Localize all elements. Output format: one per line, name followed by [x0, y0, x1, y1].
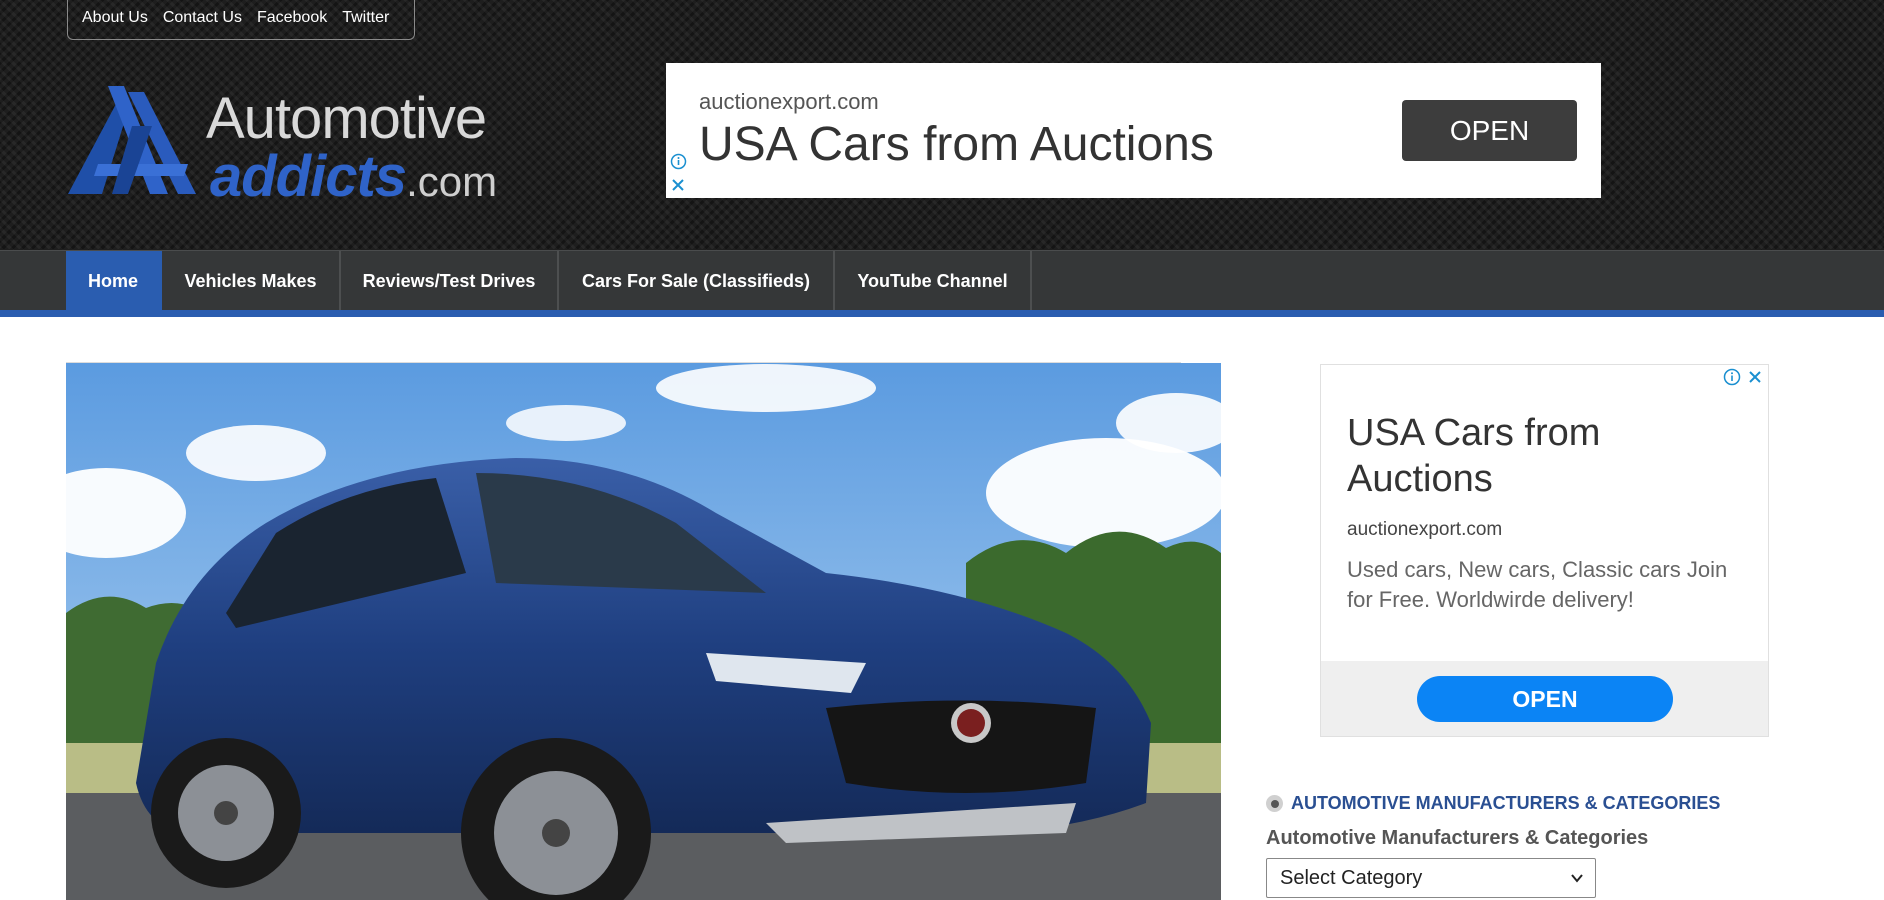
- logo-text-addicts: addicts.com: [210, 144, 498, 209]
- nav-youtube-channel[interactable]: YouTube Channel: [835, 251, 1032, 311]
- main-nav: Home Vehicles Makes Reviews/Test Drives …: [0, 250, 1884, 311]
- logo-text-automotive: Automotive: [206, 86, 487, 151]
- logo-text-com: .com: [406, 158, 498, 205]
- facebook-link[interactable]: Facebook: [257, 9, 327, 27]
- sidebar-ad-description: Used cars, New cars, Classic cars Join f…: [1347, 557, 1728, 612]
- top-nav: About Us Contact Us Facebook Twitter: [67, 0, 415, 40]
- widget-title: AUTOMOTIVE MANUFACTURERS & CATEGORIES: [1266, 793, 1720, 814]
- nav-reviews-test-drives[interactable]: Reviews/Test Drives: [341, 251, 559, 311]
- header-ad-banner[interactable]: auctionexport.com USA Cars from Auctions…: [666, 63, 1601, 198]
- sidebar-ad-footer: OPEN: [1321, 661, 1768, 736]
- header-ad-open-button[interactable]: OPEN: [1402, 100, 1577, 161]
- close-icon[interactable]: [670, 177, 686, 193]
- sidebar-ad[interactable]: USA Cars from Auctions auctionexport.com…: [1320, 364, 1769, 737]
- info-icon[interactable]: [670, 153, 687, 170]
- header-ad-domain: auctionexport.com: [699, 89, 879, 114]
- contact-us-link[interactable]: Contact Us: [163, 9, 242, 27]
- logo-aa-icon: [68, 86, 196, 194]
- site-logo[interactable]: Automotive addicts.com: [68, 86, 538, 206]
- category-select-value: Select Category: [1280, 866, 1423, 889]
- header-ad-headline[interactable]: USA Cars from Auctions: [699, 117, 1214, 172]
- bullet-icon: [1266, 795, 1283, 812]
- car-photo: [66, 363, 1221, 900]
- nav-vehicle-makes[interactable]: Vehicles Makes: [162, 251, 341, 311]
- sidebar-ad-domain: auctionexport.com: [1347, 519, 1503, 540]
- site-header: About Us Contact Us Facebook Twitter Aut…: [0, 0, 1884, 250]
- widget-title-text: AUTOMOTIVE MANUFACTURERS & CATEGORIES: [1291, 793, 1721, 813]
- category-select-label: Automotive Manufacturers & Categories: [1266, 827, 1649, 849]
- chevron-down-icon: [1571, 874, 1583, 883]
- info-icon[interactable]: [1723, 368, 1741, 386]
- featured-article-image[interactable]: [66, 363, 1221, 900]
- twitter-link[interactable]: Twitter: [342, 9, 389, 27]
- sidebar-ad-headline[interactable]: USA Cars from Auctions: [1347, 411, 1707, 502]
- nav-home[interactable]: Home: [66, 251, 162, 311]
- about-us-link[interactable]: About Us: [82, 9, 148, 27]
- close-icon[interactable]: [1747, 369, 1763, 385]
- sidebar-ad-open-button[interactable]: OPEN: [1417, 676, 1673, 722]
- nav-cars-for-sale[interactable]: Cars For Sale (Classifieds): [559, 251, 835, 311]
- category-select[interactable]: Select Category: [1266, 858, 1596, 898]
- nav-accent-bar: [0, 310, 1884, 317]
